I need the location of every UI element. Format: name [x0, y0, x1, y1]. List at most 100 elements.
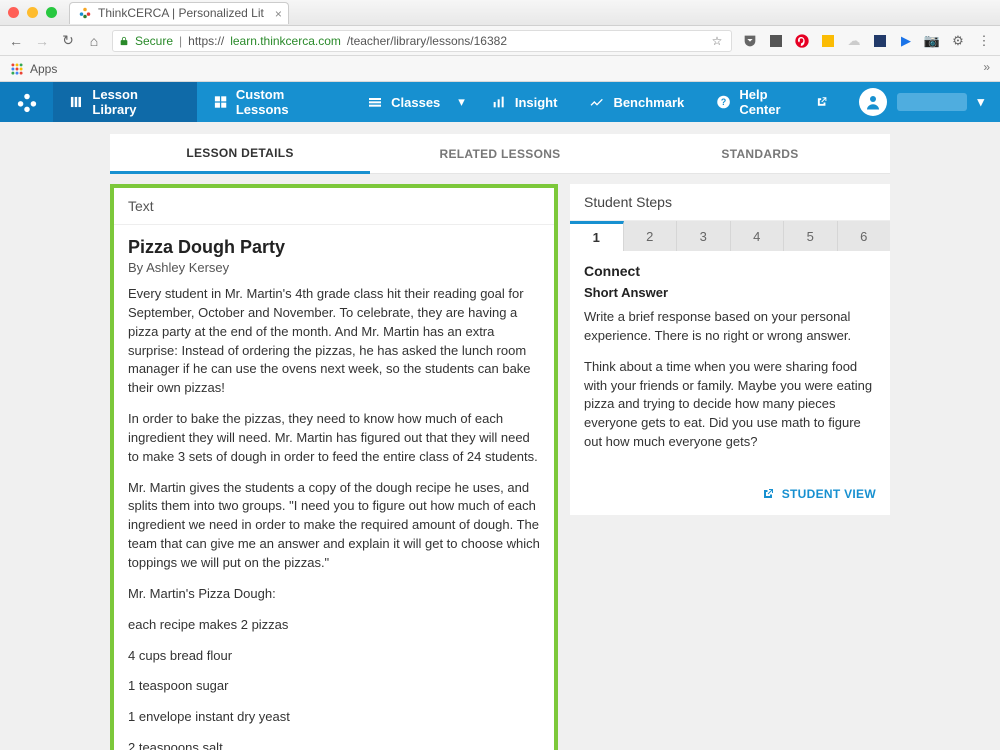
step-tab-5[interactable]: 5	[784, 221, 838, 251]
lesson-paragraph: each recipe makes 2 pizzas	[128, 616, 540, 635]
nav-custom-lessons-label: Custom Lessons	[236, 87, 335, 117]
step-tab-label: 4	[753, 229, 760, 244]
address-bar[interactable]: Secure | https://learn.thinkcerca.com/te…	[112, 30, 732, 52]
user-name-redacted	[897, 93, 967, 111]
step-tab-2[interactable]: 2	[624, 221, 678, 251]
tab-standards[interactable]: STANDARDS	[630, 134, 890, 174]
bookmarks-overflow-icon[interactable]: »	[983, 60, 990, 74]
tab-lesson-details[interactable]: LESSON DETAILS	[110, 134, 370, 174]
tab-standards-label: STANDARDS	[721, 147, 798, 161]
brand-logo[interactable]	[0, 82, 53, 122]
lesson-paragraph: Mr. Martin's Pizza Dough:	[128, 585, 540, 604]
secure-label: Secure	[135, 34, 173, 48]
insight-icon	[491, 94, 507, 110]
step-paragraph: Write a brief response based on your per…	[584, 308, 876, 346]
student-steps-header: Student Steps	[570, 184, 890, 221]
home-button[interactable]: ⌂	[86, 33, 102, 49]
nav-help-center-label: Help Center	[739, 87, 808, 117]
forward-button[interactable]: →	[34, 33, 50, 49]
browser-toolbar: ← → ↻ ⌂ Secure | https://learn.thinkcerc…	[0, 26, 1000, 56]
library-icon	[69, 94, 84, 110]
nav-insight-label: Insight	[515, 95, 558, 110]
reload-button[interactable]: ↻	[60, 33, 76, 49]
tab-lesson-details-label: LESSON DETAILS	[186, 146, 293, 160]
nav-custom-lessons[interactable]: Custom Lessons	[197, 82, 351, 122]
lesson-byline: By Ashley Kersey	[128, 260, 540, 275]
student-view-button[interactable]: STUDENT VIEW	[570, 476, 890, 515]
step-tab-label: 1	[593, 230, 600, 245]
ext-cloud-icon[interactable]: ☁	[846, 33, 862, 49]
window-titlebar: ThinkCERCA | Personalized Lit ×	[0, 0, 1000, 26]
step-tab-3[interactable]: 3	[677, 221, 731, 251]
pocket-icon[interactable]	[742, 33, 758, 49]
maximize-window-button[interactable]	[46, 7, 57, 18]
nav-classes[interactable]: Classes	[351, 82, 456, 122]
site-favicon	[78, 6, 92, 20]
connect-heading: Connect	[584, 263, 876, 279]
browser-menu-icon[interactable]: ⋮	[976, 33, 992, 49]
external-link-icon	[762, 488, 774, 500]
nav-benchmark-label: Benchmark	[613, 95, 684, 110]
text-panel: Text Pizza Dough Party By Ashley Kersey …	[110, 184, 558, 750]
nav-insight[interactable]: Insight	[475, 82, 574, 122]
ext-square-icon[interactable]	[768, 33, 784, 49]
nav-lesson-library[interactable]: Lesson Library	[53, 82, 196, 122]
page-body: LESSON DETAILS RELATED LESSONS STANDARDS…	[0, 122, 1000, 750]
lesson-title: Pizza Dough Party	[128, 237, 540, 258]
lesson-paragraph: 4 cups bread flour	[128, 647, 540, 666]
lesson-paragraph: 1 envelope instant dry yeast	[128, 708, 540, 727]
nav-help-center[interactable]: ? Help Center	[700, 82, 843, 122]
url-path: /teacher/library/lessons/16382	[347, 34, 507, 48]
nav-classes-caret[interactable]: ▾	[448, 94, 475, 110]
bookmarks-bar: Apps »	[0, 56, 1000, 82]
lesson-paragraph: 1 teaspoon sugar	[128, 677, 540, 696]
ext-grid-icon[interactable]	[872, 33, 888, 49]
ext-yellow-icon[interactable]	[820, 33, 836, 49]
step-tab-label: 3	[700, 229, 707, 244]
student-view-label: STUDENT VIEW	[782, 487, 876, 501]
ext-video-icon[interactable]: ▶	[898, 33, 914, 49]
url-host: learn.thinkcerca.com	[230, 34, 341, 48]
lock-icon	[119, 36, 129, 46]
settings-gear-icon[interactable]: ⚙	[950, 33, 966, 49]
nav-lesson-library-label: Lesson Library	[92, 87, 180, 117]
custom-lessons-icon	[213, 94, 228, 110]
nav-benchmark[interactable]: Benchmark	[573, 82, 700, 122]
step-tab-label: 6	[860, 229, 867, 244]
back-button[interactable]: ←	[8, 33, 24, 49]
user-menu[interactable]: ▾	[843, 82, 1000, 122]
page-tabs: LESSON DETAILS RELATED LESSONS STANDARDS	[110, 134, 890, 174]
step-tab-4[interactable]: 4	[731, 221, 785, 251]
pinterest-icon[interactable]	[794, 33, 810, 49]
avatar	[859, 88, 887, 116]
apps-icon[interactable]	[10, 62, 24, 76]
browser-tab[interactable]: ThinkCERCA | Personalized Lit ×	[69, 2, 289, 24]
close-tab-icon[interactable]: ×	[275, 7, 282, 21]
tab-related-lessons-label: RELATED LESSONS	[440, 147, 561, 161]
bookmark-star-icon[interactable]: ☆	[709, 33, 725, 49]
ext-camera-icon[interactable]: 📷	[924, 33, 940, 49]
close-window-button[interactable]	[8, 7, 19, 18]
step-tab-label: 5	[807, 229, 814, 244]
step-tab-1[interactable]: 1	[570, 221, 624, 251]
classes-icon	[367, 94, 383, 110]
tab-related-lessons[interactable]: RELATED LESSONS	[370, 134, 630, 174]
text-panel-header: Text	[114, 188, 554, 225]
step-tab-6[interactable]: 6	[838, 221, 891, 251]
apps-label[interactable]: Apps	[30, 62, 57, 76]
window-controls	[8, 7, 57, 18]
student-steps-panel: Student Steps 1 2 3 4 5 6 Connect Short …	[570, 184, 890, 515]
lesson-paragraph: Mr. Martin gives the students a copy of …	[128, 479, 540, 573]
browser-tab-title: ThinkCERCA | Personalized Lit	[98, 6, 264, 20]
brand-logo-icon	[16, 91, 38, 113]
minimize-window-button[interactable]	[27, 7, 38, 18]
user-menu-caret: ▾	[977, 94, 984, 110]
benchmark-icon	[589, 94, 605, 110]
svg-text:?: ?	[721, 97, 726, 107]
toolbar-extensions: ☁ ▶ 📷 ⚙ ⋮	[742, 33, 992, 49]
url-scheme: https://	[188, 34, 224, 48]
external-link-icon	[816, 96, 827, 108]
nav-classes-label: Classes	[391, 95, 440, 110]
step-tab-label: 2	[646, 229, 653, 244]
step-tabs: 1 2 3 4 5 6	[570, 221, 890, 251]
